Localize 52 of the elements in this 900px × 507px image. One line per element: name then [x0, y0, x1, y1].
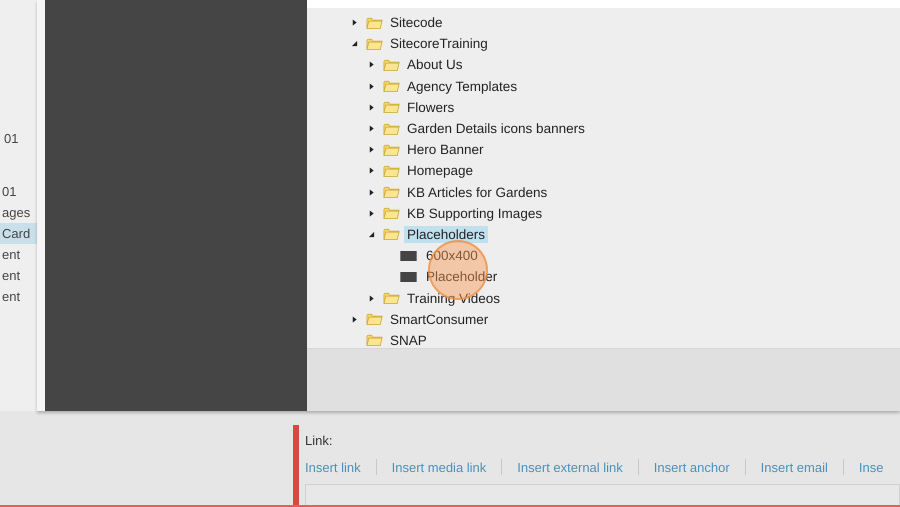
collapsed-caret-icon[interactable] [368, 61, 375, 68]
expanded-caret-icon[interactable] [368, 230, 375, 238]
collapsed-caret-icon[interactable] [368, 294, 375, 302]
folder-icon [383, 122, 400, 136]
collapsed-caret-icon[interactable] [368, 167, 375, 174]
folder-icon [383, 227, 400, 242]
folder-icon [383, 142, 400, 157]
tree-item[interactable]: Homepage [404, 162, 476, 180]
tree-item[interactable]: Placeholders [404, 226, 488, 243]
list-item[interactable]: ages [0, 202, 37, 223]
tree-item[interactable]: SmartConsumer [387, 310, 492, 328]
image-thumbnail-icon [400, 250, 417, 261]
tree-item[interactable]: Training Videos [404, 290, 504, 307]
list-item[interactable]: ent [0, 286, 37, 307]
collapsed-caret-icon[interactable] [351, 316, 358, 323]
collapsed-caret-icon[interactable] [368, 210, 375, 217]
folder-icon [366, 16, 383, 30]
list-item[interactable]: Card [0, 223, 37, 244]
collapsed-caret-icon[interactable] [351, 19, 358, 26]
folder-icon [383, 100, 400, 114]
folder-icon [383, 206, 400, 220]
tree-item[interactable]: KB Articles for Gardens [404, 184, 550, 201]
image-thumbnail-icon [400, 272, 417, 282]
tree-item[interactable]: Agency Templates [404, 78, 520, 95]
tree-item[interactable]: Flowers [404, 98, 458, 116]
field-label: Link: [305, 433, 332, 448]
tree-item[interactable]: Sitecode [387, 14, 446, 32]
folder-icon [383, 58, 400, 72]
list-item[interactable]: 01 [0, 128, 37, 149]
folder-icon [383, 164, 400, 178]
list-item[interactable]: ent [0, 265, 37, 286]
collapsed-caret-icon[interactable] [368, 188, 375, 196]
expanded-caret-icon[interactable] [351, 40, 358, 48]
tree-item[interactable]: About Us [404, 56, 466, 74]
tree-item[interactable]: Hero Banner [404, 141, 487, 158]
folder-icon [366, 312, 383, 326]
folder-icon [383, 291, 400, 306]
tree-item[interactable]: SNAP [387, 332, 430, 348]
collapsed-caret-icon[interactable] [368, 104, 375, 111]
folder-icon [366, 333, 383, 348]
list-item[interactable]: ent [0, 244, 37, 265]
collapsed-caret-icon[interactable] [368, 125, 375, 132]
tree-item[interactable]: SitecoreTraining [387, 35, 491, 52]
list-item[interactable]: 01 [0, 181, 37, 202]
tree-item[interactable]: Garden Details icons banners [404, 120, 588, 138]
folder-icon [366, 36, 383, 51]
collapsed-caret-icon[interactable] [368, 82, 375, 90]
input-field[interactable] [305, 484, 900, 505]
folder-icon [383, 185, 400, 200]
folder-icon [383, 79, 400, 94]
collapsed-caret-icon[interactable] [368, 146, 375, 154]
tree-item[interactable]: KB Supporting Images [404, 204, 546, 222]
